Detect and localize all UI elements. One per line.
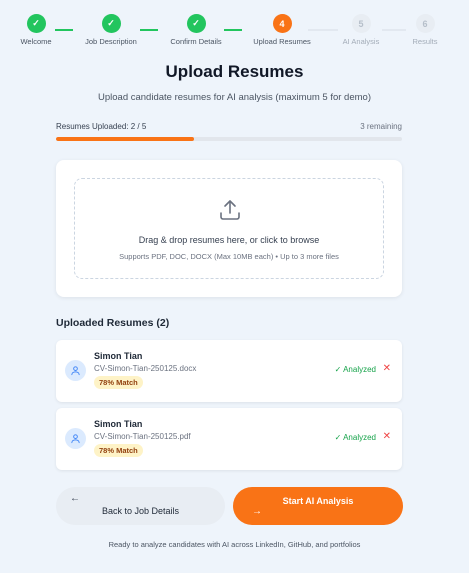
back-button-label: Back to Job Details <box>101 506 180 516</box>
remove-icon[interactable]: ✕ <box>383 431 391 442</box>
step-number: 4 <box>272 14 292 33</box>
file-dropzone[interactable]: Drag & drop resumes here, or click to br… <box>74 178 384 279</box>
step-label: Upload Resumes <box>253 37 311 46</box>
step-confirm-details[interactable]: ✓ Confirm Details <box>151 14 241 46</box>
start-ai-analysis-button[interactable]: Start AI Analysis → <box>233 487 403 525</box>
analyzed-status: ✓ Analyzed <box>334 365 376 374</box>
user-icon <box>65 360 86 381</box>
file-name: CV-Simon-Tian-250125.pdf <box>94 432 191 441</box>
remove-icon[interactable]: ✕ <box>383 363 391 374</box>
step-job-description[interactable]: ✓ Job Description <box>66 14 156 46</box>
check-icon: ✓ <box>186 14 206 33</box>
file-name: CV-Simon-Tian-250125.docx <box>94 364 197 373</box>
check-icon: ✓ <box>26 14 46 33</box>
step-results: 6 Results <box>380 14 469 46</box>
upload-resumes-page: ✓ Welcome ✓ Job Description ✓ Confirm De… <box>0 0 469 573</box>
upload-progress-fill <box>56 137 195 141</box>
progress-stepper: ✓ Welcome ✓ Job Description ✓ Confirm De… <box>0 14 469 46</box>
dropzone-hint: Supports PDF, DOC, DOCX (Max 10MB each) … <box>119 252 339 261</box>
arrow-left-icon: ← <box>70 493 80 504</box>
footer-note: Ready to analyze candidates with AI acro… <box>108 540 361 549</box>
upload-count: Resumes Uploaded: 2 / 5 <box>56 122 147 131</box>
step-label: Confirm Details <box>170 37 222 46</box>
user-icon <box>65 428 86 449</box>
step-label: Results <box>412 37 438 46</box>
uploaded-resumes-heading: Uploaded Resumes (2) <box>56 317 170 329</box>
match-badge: 78% Match <box>94 376 143 389</box>
step-upload-resumes: 4 Upload Resumes <box>237 14 327 46</box>
step-number: 6 <box>415 14 435 33</box>
resume-card: Simon Tian CV-Simon-Tian-250125.docx 78%… <box>56 340 402 402</box>
match-badge: 78% Match <box>94 444 143 457</box>
candidate-name: Simon Tian <box>94 419 143 429</box>
remaining-count: 3 remaining <box>360 122 402 131</box>
dropzone-title: Drag & drop resumes here, or click to br… <box>138 235 320 245</box>
analyzed-status: ✓ Analyzed <box>334 433 376 442</box>
resume-card: Simon Tian CV-Simon-Tian-250125.pdf 78% … <box>56 408 402 470</box>
candidate-name: Simon Tian <box>94 351 143 361</box>
step-number: 5 <box>351 14 371 33</box>
back-to-job-details-button[interactable]: ← Back to Job Details <box>56 487 225 525</box>
upload-card: Drag & drop resumes here, or click to br… <box>56 160 402 297</box>
upload-progress-info: Resumes Uploaded: 2 / 5 3 remaining <box>56 122 402 131</box>
upload-icon <box>220 200 240 220</box>
upload-progress-bar <box>56 137 402 141</box>
page-subtitle: Upload candidate resumes for AI analysis… <box>98 92 371 103</box>
arrow-right-icon: → <box>252 506 262 517</box>
step-label: Job Description <box>85 37 137 46</box>
check-icon: ✓ <box>101 14 121 33</box>
start-button-label: Start AI Analysis <box>282 496 354 506</box>
page-title: Upload Resumes <box>165 62 304 81</box>
